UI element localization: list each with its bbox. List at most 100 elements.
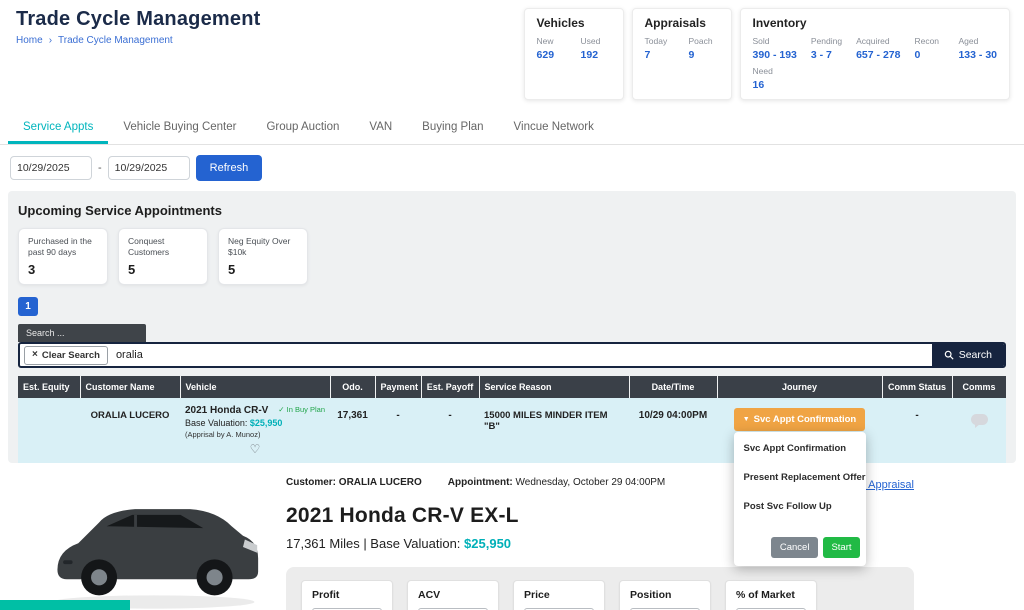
search-collapsed-label[interactable]: Search ... [18,324,146,342]
metric-value: 3 - 7 [811,49,842,61]
cancel-button[interactable]: Cancel [771,537,819,558]
col-header-est-equity: Est. Equity [18,376,80,398]
summary-card-neg-equity[interactable]: Neg Equity Over $10k 5 [218,228,308,285]
stat-position: Position 1 of 8 [619,580,711,610]
tab-service-appts[interactable]: Service Appts [8,112,108,144]
metric-label: Recon [914,36,944,46]
date-end-input[interactable] [108,156,190,180]
vehicle-title: 2021 Honda CR-V [185,405,268,416]
appointment-label: Appointment: [448,477,513,488]
tab-vehicle-buying-center[interactable]: Vehicle Buying Center [108,112,251,144]
clear-search-button[interactable]: × Clear Search [24,346,108,365]
tab-group-auction[interactable]: Group Auction [251,112,354,144]
pagination-page-1[interactable]: 1 [18,297,38,316]
menu-item-present-replacement-offer[interactable]: Present Replacement Offer [734,463,866,492]
close-icon: × [32,350,38,360]
appraisals-card-title: Appraisals [645,16,719,30]
metric-label: Used [581,36,611,46]
valuation-value: $25,950 [250,418,283,428]
date-range-separator: - [98,162,102,174]
col-header-payment: Payment [375,376,421,398]
comment-bubble-icon[interactable] [970,413,989,432]
menu-item-post-svc-follow-up[interactable]: Post Svc Follow Up [734,492,866,521]
cell-vehicle: 2021 Honda CR-V ✓ In Buy Plan Base Valua… [180,398,330,463]
summary-card-label: Neg Equity Over $10k [228,236,298,257]
metric-label: Today [645,36,675,46]
appointment-value: Wednesday, October 29 04:00PM [516,477,666,488]
summary-card-value: 5 [128,262,198,277]
search-input[interactable] [108,349,932,361]
metric-value: 657 - 278 [856,49,900,61]
metric-label: New [537,36,567,46]
metric-value: 192 [581,49,611,61]
filter-row: - Refresh [0,145,1024,189]
start-button[interactable]: Start [823,537,859,558]
stat-market-percent: % of Market 90.6% [725,580,817,610]
stat-label: Profit [312,589,382,601]
inventory-card-title: Inventory [753,16,997,30]
search-button-label: Search [959,349,992,361]
breadcrumb-home[interactable]: Home [16,35,43,46]
cell-est-payoff: - [421,398,479,463]
breadcrumb-current: Trade Cycle Management [58,35,173,46]
cell-est-equity [18,398,80,463]
summary-card-label: Purchased in the past 90 days [28,236,98,257]
col-header-comms: Comms [952,376,1006,398]
search-button[interactable]: Search [932,344,1004,366]
stat-label: Price [524,589,594,601]
tab-buying-plan[interactable]: Buying Plan [407,112,498,144]
customer-name: ORALIA LUCERO [339,477,422,488]
metric-value: 133 - 30 [958,49,997,61]
menu-item-svc-appt-confirmation[interactable]: Svc Appt Confirmation [734,434,866,463]
vehicles-card-title: Vehicles [537,16,611,30]
journey-dropdown-menu: Svc Appt Confirmation Present Replacemen… [734,432,866,566]
summary-card-conquest[interactable]: Conquest Customers 5 [118,228,208,285]
header-stat-cards: Vehicles New 629 Used 192 Appraisals Tod… [524,8,1010,100]
col-header-customer-name: Customer Name [80,376,180,398]
vehicles-card: Vehicles New 629 Used 192 [524,8,624,100]
customer-label: Customer: [286,477,336,488]
header-left: Trade Cycle Management Home › Trade Cycl… [16,8,261,46]
appraisal-by-note: (Apprisal by A. Munoz) [185,430,325,439]
metric-value: 9 [689,49,719,61]
tab-vincue-network[interactable]: Vincue Network [499,112,609,144]
cell-payment: - [375,398,421,463]
metric-value: 7 [645,49,675,61]
metric-label: Aged [958,36,997,46]
panel-heading: Upcoming Service Appointments [18,203,1006,218]
cell-date-time: 10/29 04:00PM [629,398,717,463]
breadcrumb-separator-icon: › [49,35,52,46]
chevron-down-icon: ▼ [743,416,750,423]
col-header-journey: Journey [717,376,882,398]
col-header-est-payoff: Est. Payoff [421,376,479,398]
appointments-table: Est. Equity Customer Name Vehicle Odo. P… [18,376,1007,463]
cell-customer-name: ORALIA LUCERO [80,398,180,463]
appraisals-card: Appraisals Today 7 Poach 9 [632,8,732,100]
metric-value: 16 [753,79,797,91]
metric-value: 629 [537,49,567,61]
summary-card-label: Conquest Customers [128,236,198,257]
stat-acv: ACV 20,500 [407,580,499,610]
breadcrumb: Home › Trade Cycle Management [16,35,261,46]
metric-value: 390 - 193 [753,49,797,61]
cell-comm-status: - [882,398,952,463]
stat-label: Position [630,589,700,601]
metric-label: Acquired [856,36,900,46]
journey-dropdown-button[interactable]: ▼ Svc Appt Confirmation [734,408,866,431]
summary-card-purchased[interactable]: Purchased in the past 90 days 3 [18,228,108,285]
heart-icon[interactable]: ♡ [185,442,325,456]
valuation-stats-strip: Profit 0 ACV 20,500 Price 25,950 Positio… [286,567,914,610]
vehicle-detail-section: Customer: ORALIA LUCERO Appointment: Wed… [0,463,1024,610]
check-icon: ✓ [278,405,284,414]
col-header-vehicle: Vehicle [180,376,330,398]
table-row[interactable]: ORALIA LUCERO 2021 Honda CR-V ✓ In Buy P… [18,398,1006,463]
date-start-input[interactable] [10,156,92,180]
stat-price: Price 25,950 [513,580,605,610]
tab-van[interactable]: VAN [354,112,407,144]
summary-card-value: 3 [28,262,98,277]
footer-accent-bar [0,600,130,610]
metric-value: 0 [914,49,944,61]
cell-journey: ▼ Svc Appt Confirmation Svc Appt Confirm… [717,398,882,463]
metric-label: Poach [689,36,719,46]
refresh-button[interactable]: Refresh [196,155,263,181]
